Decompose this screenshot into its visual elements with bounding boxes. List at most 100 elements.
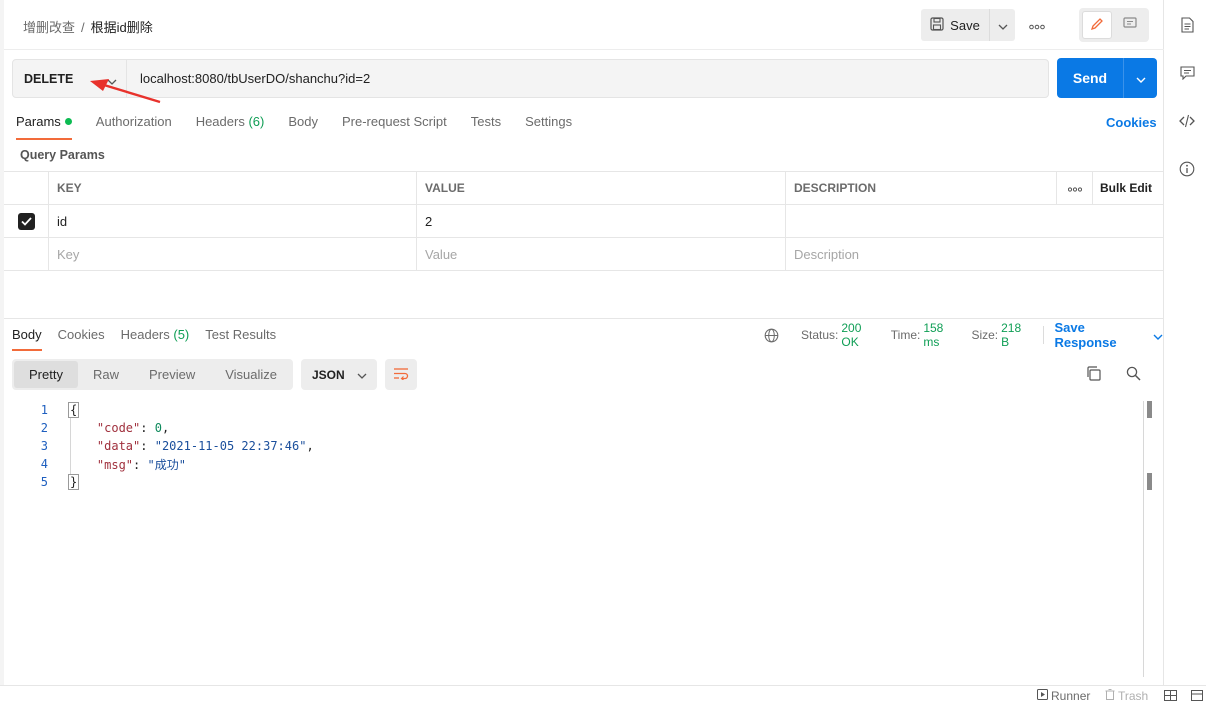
param-description-input[interactable] — [786, 205, 1164, 237]
bulk-edit-button[interactable]: Bulk Edit — [1093, 172, 1164, 204]
breadcrumb: 增删改查 / 根据id删除 — [23, 17, 153, 36]
tab-headers-label: Headers — [195, 114, 245, 129]
checkmark-icon — [20, 216, 32, 226]
comments-mode-button[interactable] — [1115, 11, 1145, 39]
send-button[interactable]: Send — [1057, 58, 1123, 98]
response-view-modes: Pretty Raw Preview Visualize — [12, 359, 293, 390]
response-tab-test-results[interactable]: Test Results — [205, 327, 276, 351]
more-horizontal-icon — [1067, 181, 1082, 195]
tab-headers-count: (6) — [248, 114, 265, 129]
send-button-group: Send — [1057, 58, 1157, 98]
status-value[interactable]: 200 OK — [841, 321, 880, 349]
tab-prerequest-script[interactable]: Pre-request Script — [342, 114, 447, 140]
open-brace: { — [68, 402, 80, 418]
code-text: "msg": "成功" — [96, 457, 186, 472]
cookies-link[interactable]: Cookies — [1106, 115, 1157, 130]
tab-tests[interactable]: Tests — [471, 114, 501, 140]
info-icon[interactable] — [1179, 161, 1195, 177]
layout-toggle-button[interactable] — [1164, 690, 1177, 704]
tab-settings[interactable]: Settings — [525, 114, 572, 140]
request-response-divider[interactable] — [4, 318, 1164, 319]
json-value-data: "2021-11-05 22:37:46" — [154, 439, 307, 453]
response-format-select[interactable]: JSON — [301, 359, 377, 390]
view-mode-pretty[interactable]: Pretty — [14, 361, 78, 388]
editor-scrollbar-track[interactable] — [1143, 401, 1144, 677]
view-mode-raw[interactable]: Raw — [78, 361, 134, 388]
table-row-new: Key Value Description — [4, 238, 1164, 271]
request-tabs: Params Authorization Headers (6) Body Pr… — [16, 114, 596, 140]
view-mode-visualize[interactable]: Visualize — [210, 361, 292, 388]
documentation-icon[interactable] — [1179, 17, 1195, 33]
chevron-down-icon — [1136, 71, 1146, 86]
response-tabs: Body Cookies Headers (5) Test Results — [12, 327, 292, 351]
search-response-button[interactable] — [1123, 365, 1143, 385]
line-number: 1 — [40, 403, 48, 417]
time-value[interactable]: 158 ms — [923, 321, 961, 349]
send-options-dropdown[interactable] — [1123, 58, 1157, 98]
size-value[interactable]: 218 B — [1001, 321, 1031, 349]
json-value-msg: "成功" — [147, 457, 186, 472]
new-value-input[interactable]: Value — [417, 238, 786, 270]
save-button[interactable]: Save — [921, 9, 989, 41]
json-key-data: "data" — [96, 439, 141, 453]
view-mode-preview[interactable]: Preview — [134, 361, 210, 388]
meta-divider — [1043, 326, 1045, 344]
save-options-dropdown[interactable] — [989, 9, 1015, 41]
breadcrumb-separator: / — [81, 20, 85, 35]
response-tab-headers[interactable]: Headers (5) — [121, 327, 190, 351]
code-snippet-icon[interactable] — [1179, 113, 1195, 129]
params-active-dot — [64, 118, 72, 125]
tab-headers[interactable]: Headers (6) — [196, 114, 265, 140]
tab-body[interactable]: Body — [288, 114, 318, 140]
more-actions-button[interactable] — [1026, 14, 1048, 36]
chevron-down-icon — [357, 368, 367, 382]
time-label: Time: — [890, 328, 921, 342]
copy-icon — [1086, 366, 1101, 384]
tab-authorization[interactable]: Authorization — [96, 114, 172, 140]
breadcrumb-request-name[interactable]: 根据id删除 — [91, 20, 153, 35]
http-method-label: DELETE — [24, 71, 74, 86]
column-options-button[interactable] — [1057, 172, 1093, 204]
trash-button[interactable]: Trash — [1105, 689, 1148, 703]
json-key-code: "code" — [96, 421, 141, 435]
new-key-input[interactable]: Key — [49, 238, 417, 270]
wrap-lines-button[interactable] — [385, 359, 417, 390]
code-text: { — [68, 402, 80, 418]
line-number: 3 — [40, 439, 48, 453]
keyboard-shortcuts-button[interactable] — [1191, 690, 1203, 704]
trash-icon — [1105, 689, 1115, 703]
edit-mode-button[interactable] — [1082, 11, 1112, 39]
copy-response-button[interactable] — [1083, 365, 1103, 385]
editor-scrollbar-thumb[interactable] — [1147, 473, 1152, 490]
param-key-input[interactable]: id — [49, 205, 417, 237]
tab-params-label: Params — [16, 114, 61, 129]
save-response-button[interactable]: Save Response — [1054, 320, 1163, 350]
globe-icon[interactable] — [764, 328, 779, 343]
tab-params[interactable]: Params — [16, 114, 72, 140]
comments-icon[interactable] — [1179, 65, 1195, 81]
play-icon — [1037, 689, 1048, 703]
editor-scrollbar-marker[interactable] — [1147, 401, 1152, 418]
status-footer: Runner Trash — [0, 685, 1206, 705]
param-enable-checkbox[interactable] — [17, 212, 35, 230]
new-description-input[interactable]: Description — [786, 238, 1164, 270]
param-enable-cell — [4, 205, 49, 237]
runner-button[interactable]: Runner — [1037, 689, 1090, 703]
response-tab-cookies[interactable]: Cookies — [58, 327, 105, 351]
trash-label: Trash — [1118, 689, 1149, 703]
response-body-editor[interactable]: 1 { 2 "code": 0, 3 "data": "2021-11-05 2… — [4, 401, 1154, 491]
two-pane-icon — [1164, 690, 1177, 704]
comment-icon — [1123, 17, 1137, 33]
save-label: Save — [950, 17, 980, 33]
column-header-description: DESCRIPTION — [786, 172, 1057, 204]
response-tab-body[interactable]: Body — [12, 327, 42, 351]
url-input[interactable]: localhost:8080/tbUserDO/shanchu?id=2 — [140, 71, 370, 86]
param-value-input[interactable]: 2 — [417, 205, 786, 237]
breadcrumb-collection[interactable]: 增删改查 — [23, 20, 75, 35]
runner-label: Runner — [1051, 689, 1091, 703]
response-meta: Status: 200 OK Time: 158 ms Size: 218 B Sav… — [764, 320, 1163, 350]
size-label: Size: — [971, 328, 999, 342]
pencil-icon — [1090, 17, 1104, 34]
code-text: "data": "2021-11-05 22:37:46", — [96, 439, 314, 453]
save-button-group: Save — [921, 9, 1015, 41]
